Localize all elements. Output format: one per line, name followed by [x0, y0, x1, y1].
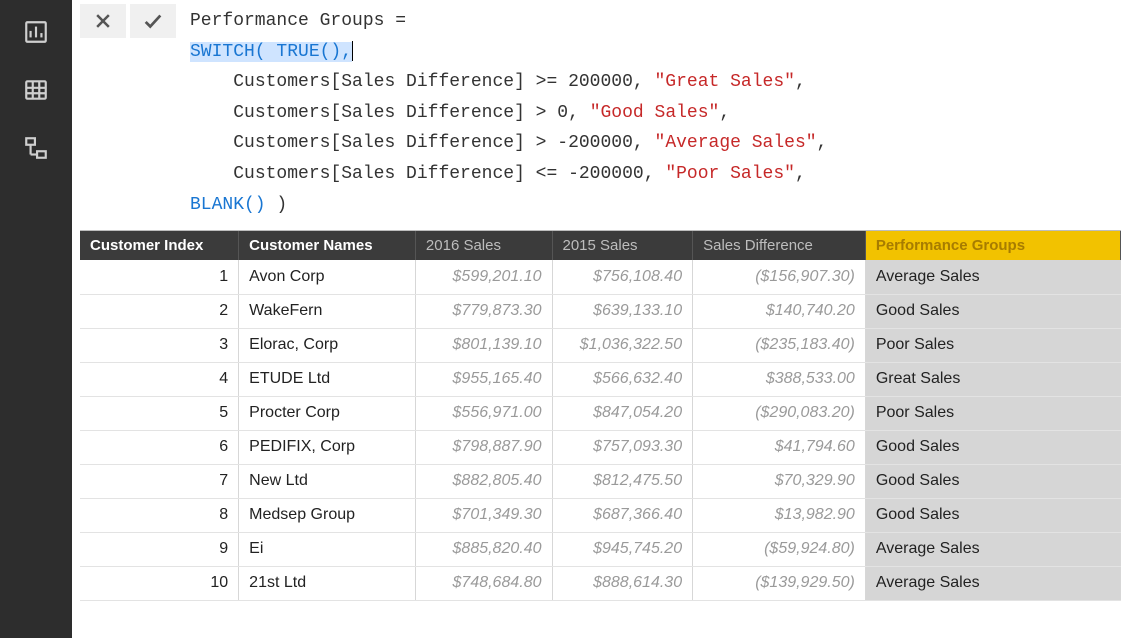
cell-index: 10 [80, 566, 239, 600]
cancel-button[interactable] [80, 4, 126, 38]
cell-diff: $140,740.20 [693, 294, 866, 328]
cell-name: Medsep Group [239, 498, 416, 532]
cell-2016: $748,684.80 [415, 566, 552, 600]
blank-keyword: BLANK() [190, 195, 266, 215]
cell-index: 6 [80, 430, 239, 464]
cell-performance-group: Poor Sales [865, 396, 1120, 430]
data-view-icon[interactable] [22, 76, 50, 104]
cell-2016: $885,820.40 [415, 532, 552, 566]
cell-diff: $41,794.60 [693, 430, 866, 464]
cell-2016: $955,165.40 [415, 362, 552, 396]
cell-2015: $757,093.30 [552, 430, 693, 464]
cell-index: 7 [80, 464, 239, 498]
cell-diff: $388,533.00 [693, 362, 866, 396]
cell-index: 5 [80, 396, 239, 430]
table-row[interactable]: 1021st Ltd$748,684.80$888,614.30($139,92… [80, 566, 1121, 600]
cell-index: 9 [80, 532, 239, 566]
cell-2015: $888,614.30 [552, 566, 693, 600]
cell-performance-group: Poor Sales [865, 328, 1120, 362]
cell-name: WakeFern [239, 294, 416, 328]
measure-name: Performance Groups [190, 11, 384, 31]
cell-performance-group: Good Sales [865, 294, 1120, 328]
cell-diff: ($139,929.50) [693, 566, 866, 600]
cell-2016: $701,349.30 [415, 498, 552, 532]
table-body: 1Avon Corp$599,201.10$756,108.40($156,90… [80, 260, 1121, 600]
cell-name: 21st Ltd [239, 566, 416, 600]
cell-diff: ($290,083.20) [693, 396, 866, 430]
col-2015-sales[interactable]: 2015 Sales [552, 231, 693, 260]
col-2016-sales[interactable]: 2016 Sales [415, 231, 552, 260]
cell-2015: $566,632.40 [552, 362, 693, 396]
formula-actions [80, 0, 176, 42]
commit-button[interactable] [130, 4, 176, 38]
table-row[interactable]: 3Elorac, Corp$801,139.10$1,036,322.50($2… [80, 328, 1121, 362]
dax-formula-editor[interactable]: Performance Groups = SWITCH( TRUE(), Cus… [186, 0, 1121, 230]
switch-keyword: SWITCH( [190, 42, 266, 62]
cell-name: ETUDE Ltd [239, 362, 416, 396]
cell-2016: $599,201.10 [415, 260, 552, 294]
cell-2015: $812,475.50 [552, 464, 693, 498]
report-view-icon[interactable] [22, 18, 50, 46]
col-customer-names[interactable]: Customer Names [239, 231, 416, 260]
formula-bar: Performance Groups = SWITCH( TRUE(), Cus… [80, 0, 1121, 231]
table-row[interactable]: 9Ei$885,820.40$945,745.20($59,924.80)Ave… [80, 532, 1121, 566]
cell-index: 1 [80, 260, 239, 294]
cell-diff: $70,329.90 [693, 464, 866, 498]
table-row[interactable]: 6PEDIFIX, Corp$798,887.90$757,093.30$41,… [80, 430, 1121, 464]
cell-index: 8 [80, 498, 239, 532]
cell-performance-group: Average Sales [865, 532, 1120, 566]
cell-index: 3 [80, 328, 239, 362]
cell-index: 4 [80, 362, 239, 396]
cell-2016: $801,139.10 [415, 328, 552, 362]
table-row[interactable]: 4ETUDE Ltd$955,165.40$566,632.40$388,533… [80, 362, 1121, 396]
col-sales-difference[interactable]: Sales Difference [693, 231, 866, 260]
cell-index: 2 [80, 294, 239, 328]
cell-performance-group: Average Sales [865, 260, 1120, 294]
table-row[interactable]: 1Avon Corp$599,201.10$756,108.40($156,90… [80, 260, 1121, 294]
main-content: Performance Groups = SWITCH( TRUE(), Cus… [72, 0, 1123, 638]
cell-name: Elorac, Corp [239, 328, 416, 362]
cell-performance-group: Good Sales [865, 464, 1120, 498]
cell-performance-group: Great Sales [865, 362, 1120, 396]
cell-2016: $798,887.90 [415, 430, 552, 464]
cell-name: PEDIFIX, Corp [239, 430, 416, 464]
cell-2015: $687,366.40 [552, 498, 693, 532]
cell-name: Avon Corp [239, 260, 416, 294]
cell-name: Ei [239, 532, 416, 566]
model-view-icon[interactable] [22, 134, 50, 162]
table-row[interactable]: 7New Ltd$882,805.40$812,475.50$70,329.90… [80, 464, 1121, 498]
cell-performance-group: Average Sales [865, 566, 1120, 600]
cell-name: New Ltd [239, 464, 416, 498]
cell-2015: $1,036,322.50 [552, 328, 693, 362]
table-header: Customer Index Customer Names 2016 Sales… [80, 231, 1121, 260]
data-table: Customer Index Customer Names 2016 Sales… [80, 231, 1121, 601]
cell-2016: $556,971.00 [415, 396, 552, 430]
view-switcher-rail [0, 0, 72, 638]
text-cursor-icon [352, 41, 353, 61]
table-row[interactable]: 8Medsep Group$701,349.30$687,366.40$13,9… [80, 498, 1121, 532]
cell-2015: $639,133.10 [552, 294, 693, 328]
cell-name: Procter Corp [239, 396, 416, 430]
col-performance-groups[interactable]: Performance Groups [865, 231, 1120, 260]
cell-2015: $945,745.20 [552, 532, 693, 566]
cell-performance-group: Good Sales [865, 498, 1120, 532]
table-row[interactable]: 5Procter Corp$556,971.00$847,054.20($290… [80, 396, 1121, 430]
cell-diff: $13,982.90 [693, 498, 866, 532]
cell-2016: $882,805.40 [415, 464, 552, 498]
table-row[interactable]: 2WakeFern$779,873.30$639,133.10$140,740.… [80, 294, 1121, 328]
cell-performance-group: Good Sales [865, 430, 1120, 464]
cell-diff: ($235,183.40) [693, 328, 866, 362]
col-customer-index[interactable]: Customer Index [80, 231, 239, 260]
cell-2016: $779,873.30 [415, 294, 552, 328]
cell-2015: $756,108.40 [552, 260, 693, 294]
cell-diff: ($59,924.80) [693, 532, 866, 566]
cell-2015: $847,054.20 [552, 396, 693, 430]
cell-diff: ($156,907.30) [693, 260, 866, 294]
